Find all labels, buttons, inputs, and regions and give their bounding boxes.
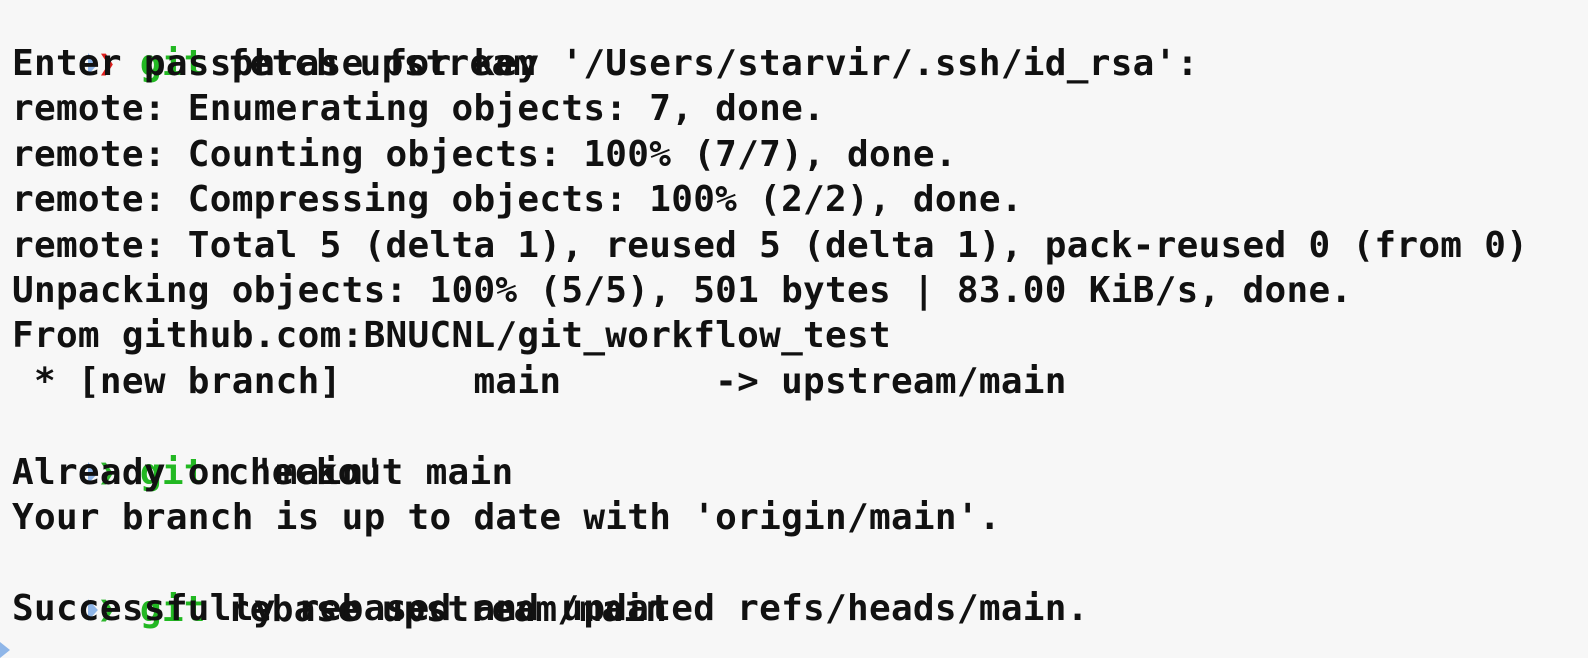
output-line: Already on 'main' [12,452,386,493]
output-line: * [new branch] main -> upstream/main [12,361,1067,402]
output-line: remote: Compressing objects: 100% (2/2),… [12,179,1023,220]
output-line: remote: Total 5 (delta 1), reused 5 (del… [12,225,1529,266]
output-line: Successfully rebased and updated refs/he… [12,588,1089,629]
output-line: remote: Counting objects: 100% (7/7), do… [12,134,957,175]
output-line: Unpacking objects: 100% (5/5), 501 bytes… [12,270,1353,311]
terminal-window[interactable]: ❯ git fetch upstream Enter passphrase fo… [0,0,1588,658]
command-line-checkout: ❯ git checkout main [0,404,513,493]
output-line: Your branch is up to date with 'origin/m… [12,497,1001,538]
command-line-fetch: ❯ git fetch upstream [0,0,535,84]
output-line: remote: Enumerating objects: 7, done. [12,88,826,129]
command-line-rebase: ❯ git rebase upstream/main [0,541,667,630]
output-line: From github.com:BNUCNL/git_workflow_test [12,315,891,356]
output-line: Enter passphrase for key '/Users/starvir… [12,43,1199,84]
